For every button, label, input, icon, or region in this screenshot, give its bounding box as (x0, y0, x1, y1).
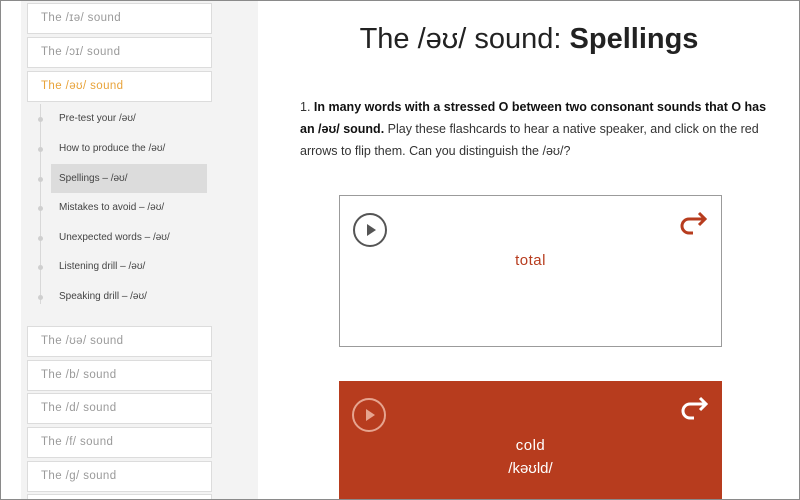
subnav-item-spellings[interactable]: Spellings – /əʊ/ (38, 164, 207, 193)
subnav-item-unexpected[interactable]: Unexpected words – /əʊ/ (38, 223, 207, 252)
bullet-dot (38, 236, 43, 241)
sidebar-item-d-sound[interactable]: The /d/ sound (27, 393, 212, 424)
subnav-item-pretest[interactable]: Pre-test your /əʊ/ (38, 104, 207, 133)
flashcard-word: total (515, 252, 546, 269)
flashcard-word: cold (515, 437, 546, 454)
flashcard-cold[interactable]: cold /kəʊld/ (339, 381, 722, 499)
subnav-item-produce[interactable]: How to produce the /əʊ/ (38, 134, 207, 163)
subnav-item-listening[interactable]: Listening drill – /əʊ/ (38, 252, 207, 281)
bullet-dot (38, 206, 43, 211)
bullet-dot (38, 295, 43, 300)
sidebar-item-oi-sound[interactable]: The /ɔɪ/ sound (27, 37, 212, 68)
sidebar-item-ua-sound[interactable]: The /ʊə/ sound (27, 326, 212, 357)
flashcard-total[interactable]: total (339, 195, 722, 347)
sidebar-item-g-sound[interactable]: The /g/ sound (27, 461, 212, 492)
title-bold: Spellings (569, 23, 699, 55)
title-prefix: The /əʊ/ sound: (359, 23, 570, 55)
subnav-item-mistakes[interactable]: Mistakes to avoid – /əʊ/ (38, 193, 207, 222)
para-number: 1. (300, 100, 314, 114)
bullet-dot (38, 265, 43, 270)
subnav-line (40, 104, 41, 304)
sidebar-subnav: Pre-test your /əʊ/ How to produce the /ə… (38, 104, 213, 319)
bullet-dot (38, 117, 43, 122)
subnav-item-speaking[interactable]: Speaking drill – /əʊ/ (38, 282, 207, 311)
flashcard-ipa: /kəʊld/ (508, 460, 553, 477)
subnav-label: Pre-test your /əʊ/ (59, 113, 136, 124)
flip-arrow-icon[interactable] (678, 395, 708, 421)
play-icon[interactable] (353, 213, 387, 247)
sidebar-item-ia-sound[interactable]: The /ɪə/ sound (27, 3, 212, 34)
app-window: The /ɪə/ sound The /ɔɪ/ sound The /əʊ/ s… (0, 0, 800, 500)
subnav-label: Spellings – /əʊ/ (59, 173, 128, 184)
bullet-dot (38, 177, 43, 182)
subnav-label: How to produce the /əʊ/ (59, 143, 166, 154)
subnav-label: Listening drill – /əʊ/ (59, 261, 146, 272)
page-title: The /əʊ/ sound: Spellings (281, 23, 777, 56)
sidebar-item-next-sound[interactable] (27, 494, 212, 499)
sidebar-item-b-sound[interactable]: The /b/ sound (27, 360, 212, 391)
subnav-label: Unexpected words – /əʊ/ (59, 232, 170, 243)
bullet-dot (38, 147, 43, 152)
subnav-label: Speaking drill – /əʊ/ (59, 291, 147, 302)
flip-arrow-icon[interactable] (677, 210, 707, 236)
sidebar-item-f-sound[interactable]: The /f/ sound (27, 427, 212, 458)
play-icon[interactable] (352, 398, 386, 432)
subnav-label: Mistakes to avoid – /əʊ/ (59, 202, 165, 213)
sidebar-item-ou-sound[interactable]: The /əʊ/ sound (27, 71, 212, 102)
instruction-paragraph: 1. In many words with a stressed O betwe… (300, 96, 770, 162)
